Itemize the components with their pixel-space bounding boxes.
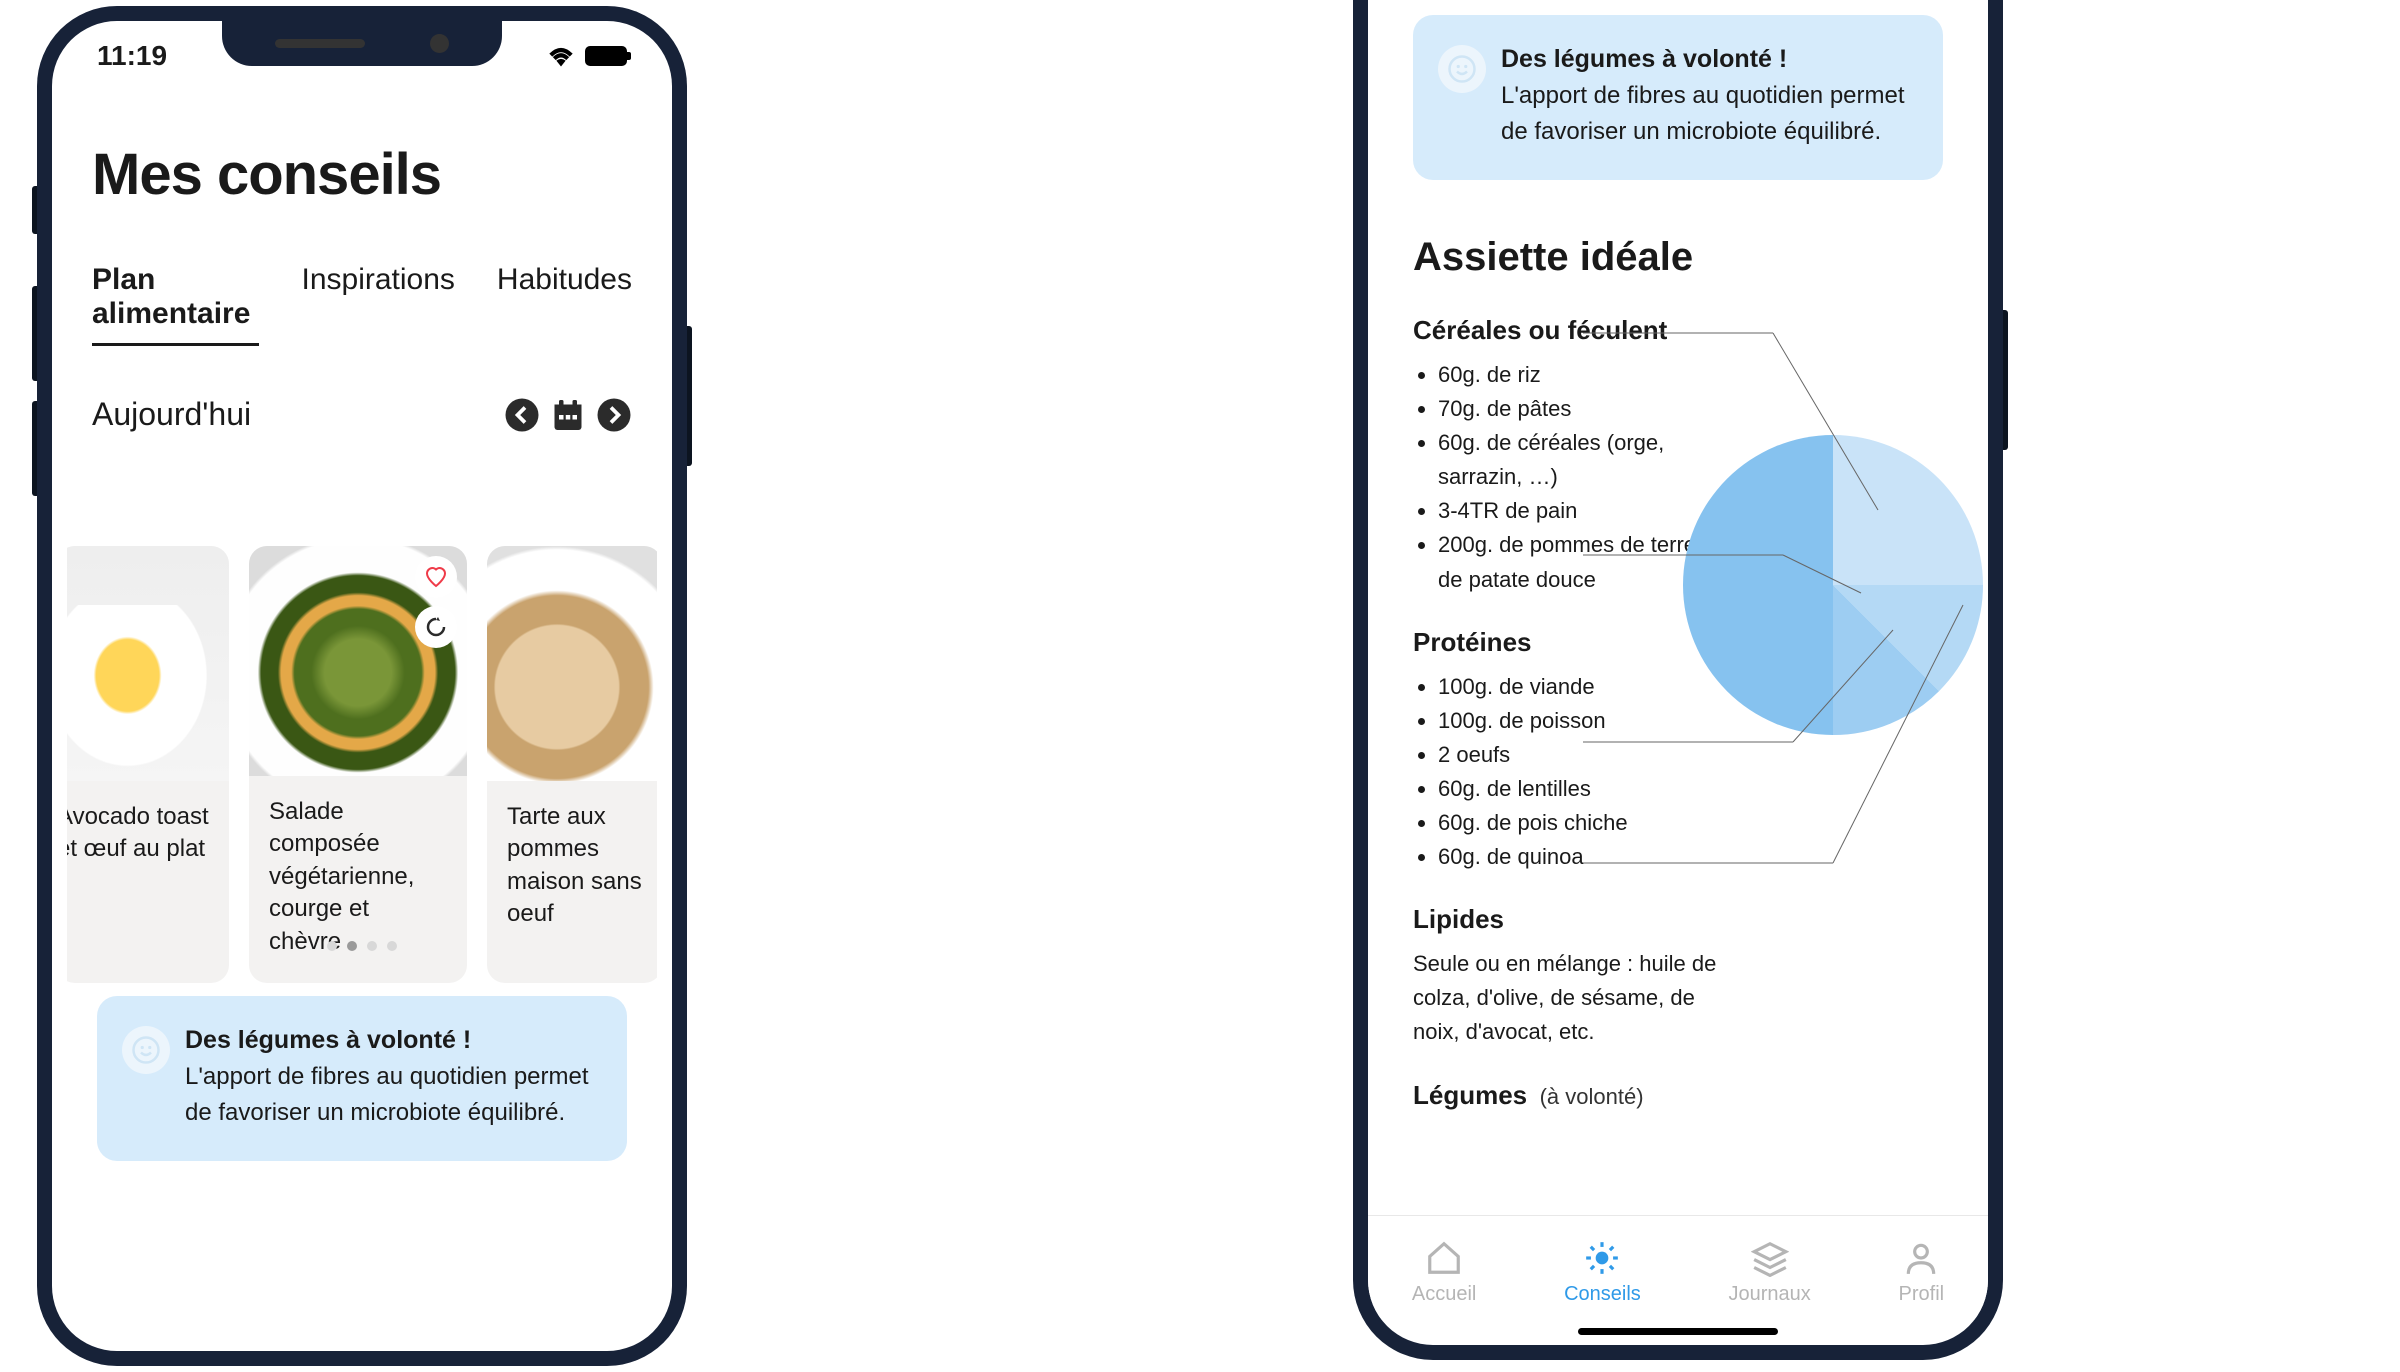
- carousel-dot[interactable]: [367, 941, 377, 951]
- recipe-title: Avocado toast et œuf au plat: [67, 801, 209, 866]
- sun-icon: [1583, 1239, 1621, 1277]
- smiley-icon: [1438, 45, 1486, 93]
- recipe-image: [487, 546, 657, 781]
- smiley-icon: [122, 1026, 170, 1074]
- chevron-right-icon[interactable]: [596, 397, 632, 433]
- plate-list-item: 70g. de pâtes: [1438, 392, 1743, 426]
- tab-habitudes[interactable]: Habitudes: [497, 263, 632, 346]
- tip-text: L'apport de fibres au quotidien permet d…: [1501, 78, 1913, 150]
- plate-category-lipides: Lipides Seule ou en mélange : huile de c…: [1413, 904, 1743, 1049]
- favorite-button[interactable]: [415, 556, 457, 598]
- phone-frame-right: Des légumes à volonté ! L'apport de fibr…: [1353, 0, 2003, 1360]
- tabs: Plan alimentaire Inspirations Habitudes: [92, 263, 632, 346]
- bottom-nav: Accueil Conseils: [1368, 1215, 1988, 1320]
- plate-list-item: 2 oeufs: [1438, 738, 1743, 772]
- pie-slice: [1833, 435, 1983, 585]
- ideal-plate-section: Céréales ou féculent 60g. de riz 70g. de…: [1413, 315, 1943, 1123]
- nav-accueil[interactable]: Accueil: [1412, 1239, 1476, 1306]
- status-time: 11:19: [97, 40, 167, 72]
- recipe-card[interactable]: Avocado toast et œuf au plat: [67, 546, 229, 983]
- side-button: [32, 186, 37, 234]
- carousel-dot[interactable]: [387, 941, 397, 951]
- nav-profil[interactable]: Profil: [1899, 1239, 1945, 1306]
- carousel-dot[interactable]: [327, 941, 337, 951]
- heart-icon: [424, 565, 448, 589]
- plate-list-item: 60g. de lentilles: [1438, 772, 1743, 806]
- home-icon: [1425, 1239, 1463, 1277]
- tip-title: Des légumes à volonté !: [185, 1026, 597, 1055]
- plate-category-subtitle: (à volonté): [1540, 1084, 1644, 1109]
- today-label: Aujourd'hui: [92, 396, 251, 433]
- volume-down-button: [32, 401, 37, 496]
- plate-category-legumes: Légumes (à volonté): [1413, 1080, 1743, 1123]
- nav-conseils[interactable]: Conseils: [1564, 1239, 1641, 1306]
- plate-category-title: Légumes: [1413, 1080, 1527, 1111]
- nav-label: Accueil: [1412, 1283, 1476, 1306]
- battery-icon: [585, 46, 627, 66]
- tip-card: Des légumes à volonté ! L'apport de fibr…: [97, 996, 627, 1161]
- plate-category-title: Céréales ou féculent: [1413, 315, 1743, 346]
- home-indicator[interactable]: [1578, 1328, 1778, 1335]
- tip-card: Des légumes à volonté ! L'apport de fibr…: [1413, 15, 1943, 180]
- recipe-title: Salade composée végétarienne, courge et …: [269, 796, 447, 958]
- carousel-dot[interactable]: [347, 941, 357, 951]
- section-title-ideal-plate: Assiette idéale: [1413, 235, 1943, 280]
- plate-category-title: Lipides: [1413, 904, 1743, 935]
- plate-list-item: 60g. de pois chiche: [1438, 806, 1743, 840]
- plate-list-item: 60g. de riz: [1438, 358, 1743, 392]
- power-button: [687, 326, 692, 466]
- nav-journaux[interactable]: Journaux: [1729, 1239, 1811, 1306]
- phone-notch: [222, 21, 502, 66]
- layers-icon: [1751, 1239, 1789, 1277]
- wifi-icon: [547, 45, 575, 67]
- phone-frame-left: 11:19 Mes conseils Plan alimentaire Insp…: [37, 6, 687, 1366]
- refresh-icon: [424, 615, 448, 639]
- page-title: Mes conseils: [92, 141, 632, 208]
- tab-inspirations[interactable]: Inspirations: [301, 263, 454, 346]
- recipe-card[interactable]: Salade composée végétarienne, courge et …: [249, 546, 467, 983]
- calendar-icon[interactable]: [550, 397, 586, 433]
- nav-label: Profil: [1899, 1283, 1945, 1306]
- power-button: [2003, 310, 2008, 450]
- carousel-dots: [52, 941, 672, 951]
- ideal-plate-pie-chart: [1683, 435, 1983, 735]
- plate-category-desc: Seule ou en mélange : huile de colza, d'…: [1413, 947, 1743, 1049]
- recipe-carousel[interactable]: Avocado toast et œuf au plat: [67, 546, 657, 983]
- nav-label: Journaux: [1729, 1283, 1811, 1306]
- recipe-image: [249, 546, 467, 776]
- tab-plan-alimentaire[interactable]: Plan alimentaire: [92, 263, 259, 346]
- pie-slice: [1683, 435, 1833, 735]
- tip-text: L'apport de fibres au quotidien permet d…: [185, 1059, 597, 1131]
- tip-title: Des légumes à volonté !: [1501, 45, 1913, 74]
- nav-label: Conseils: [1564, 1283, 1641, 1306]
- chevron-left-icon[interactable]: [504, 397, 540, 433]
- profile-icon: [1902, 1239, 1940, 1277]
- recipe-image: [67, 546, 229, 781]
- refresh-button[interactable]: [415, 606, 457, 648]
- volume-up-button: [32, 286, 37, 381]
- plate-list-item: 60g. de quinoa: [1438, 840, 1743, 874]
- recipe-card[interactable]: Tarte aux pommes maison sans oeuf: [487, 546, 657, 983]
- recipe-title: Tarte aux pommes maison sans oeuf: [507, 801, 657, 931]
